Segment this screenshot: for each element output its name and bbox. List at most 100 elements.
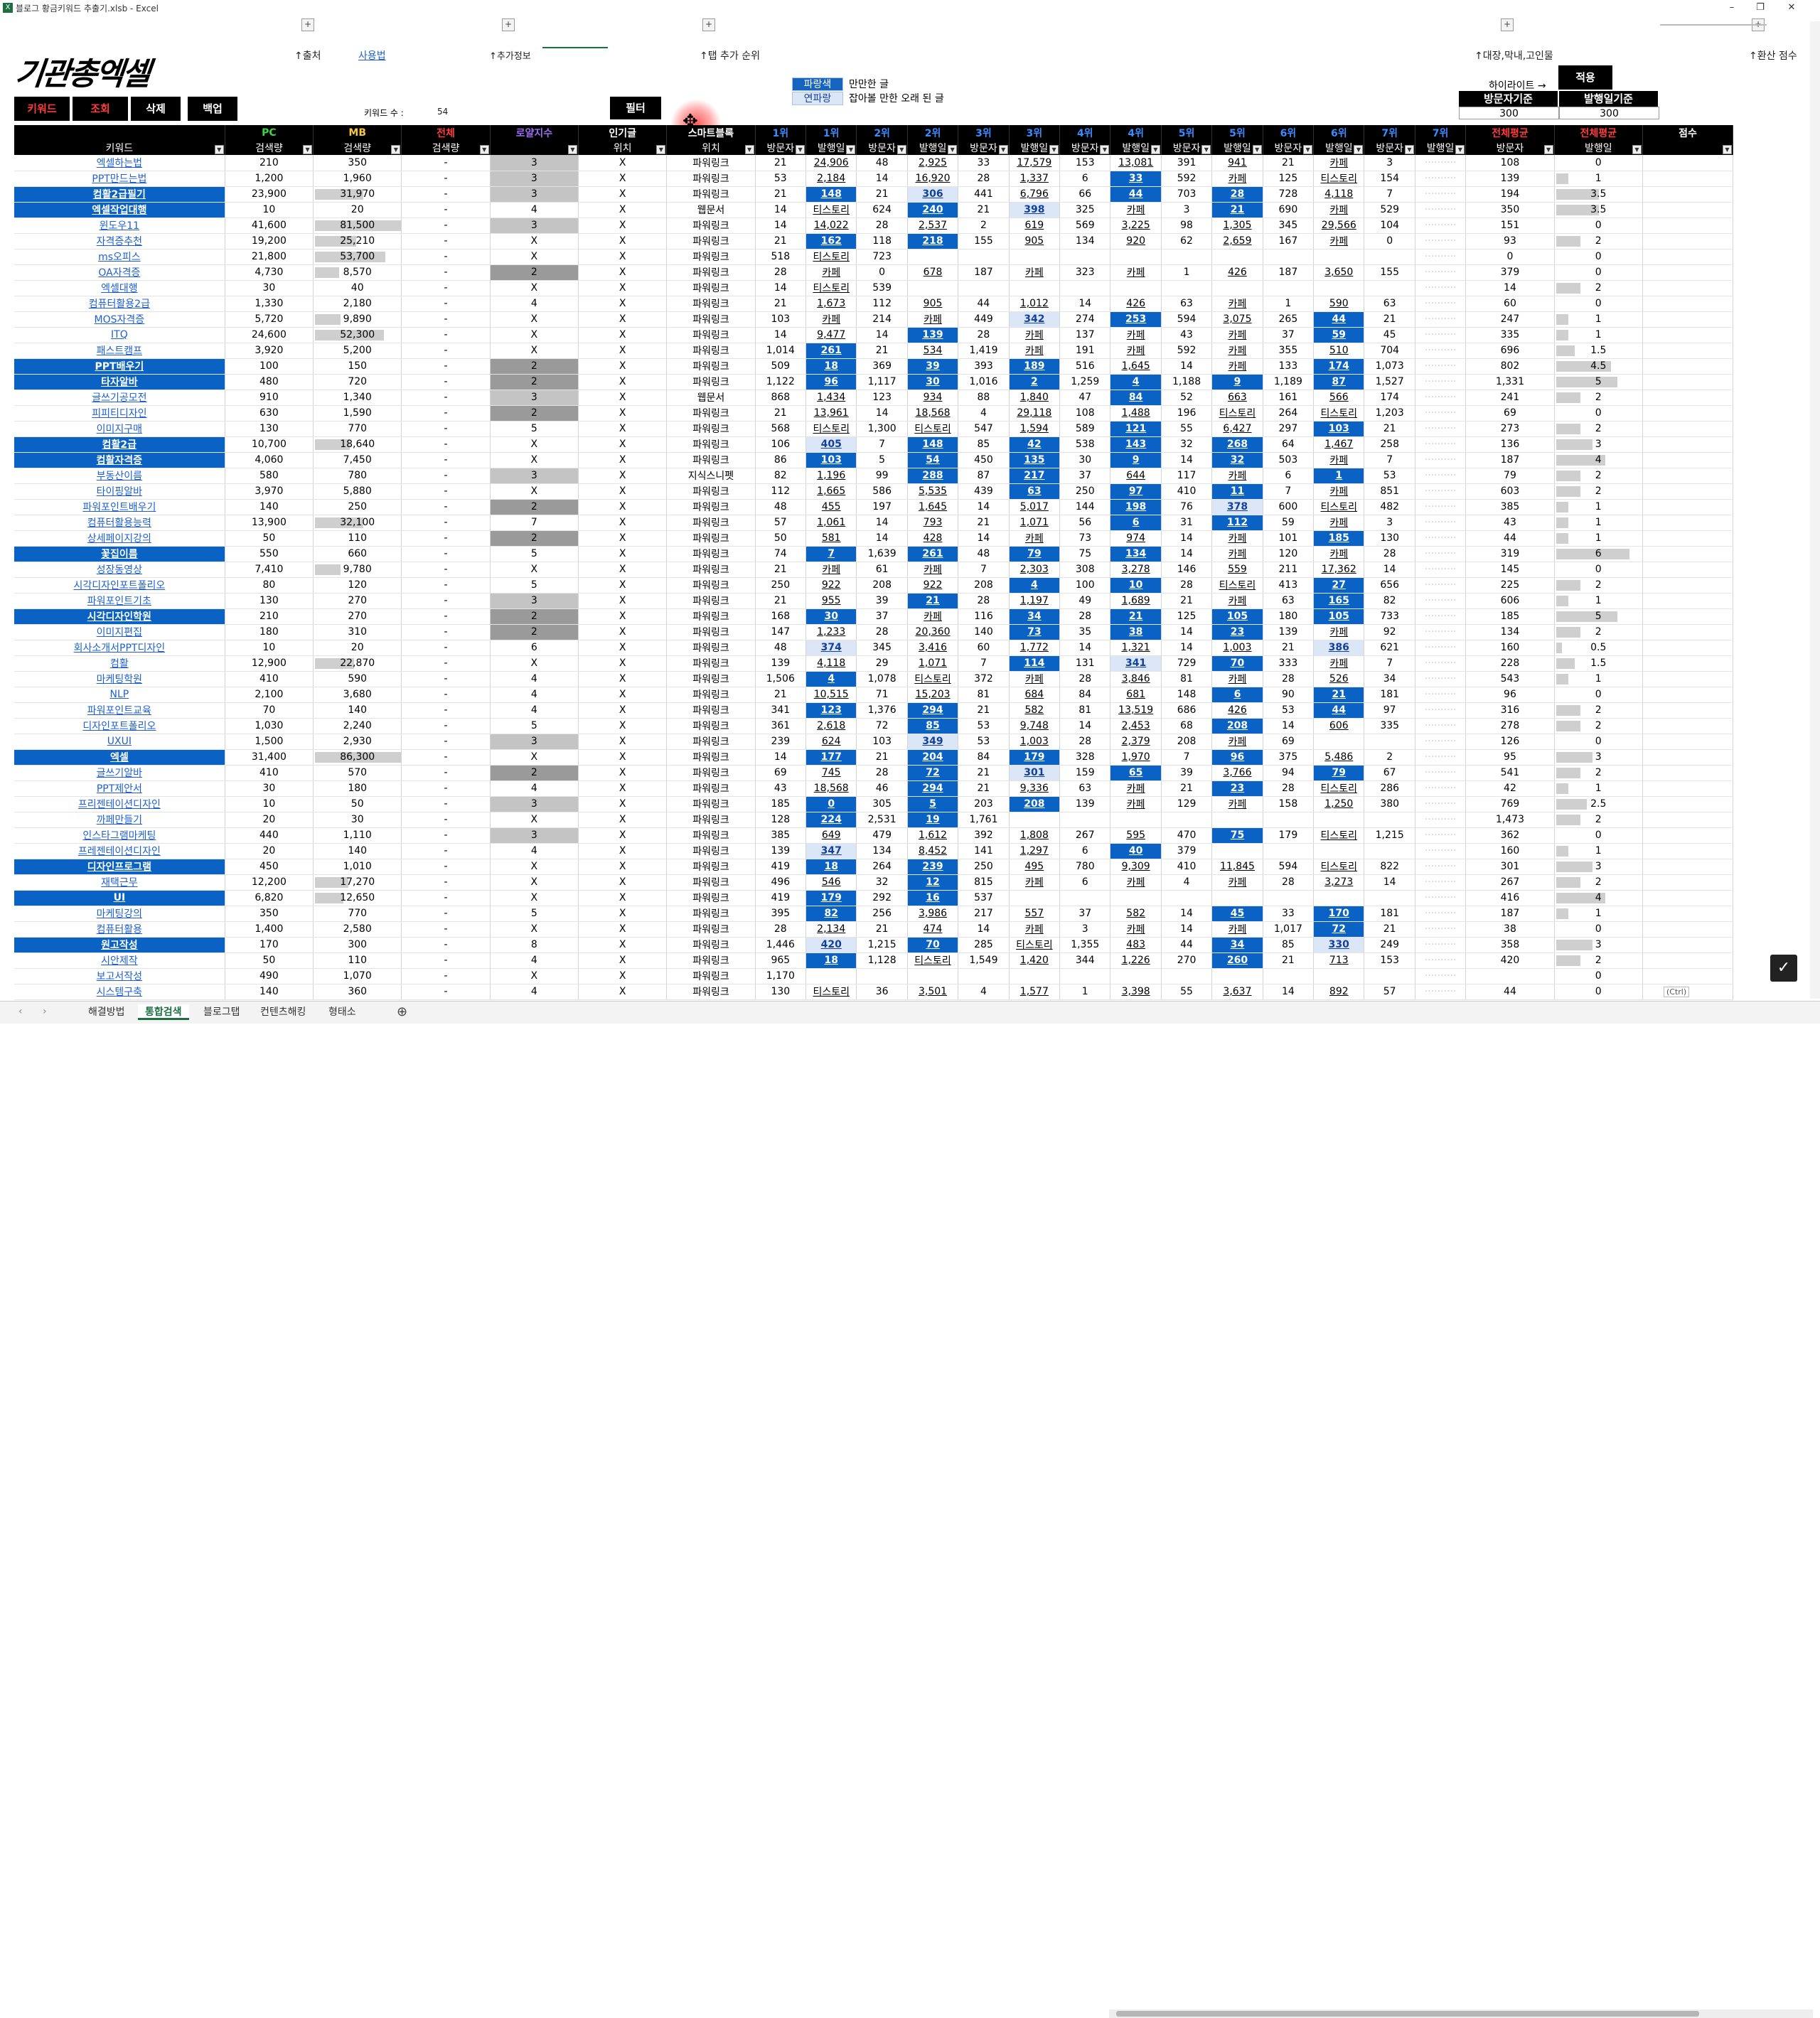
keyword-cell[interactable]: 디자인프로그램 xyxy=(14,859,225,875)
visitor-criteria-value[interactable]: 300 xyxy=(1459,107,1559,119)
visitor-cell[interactable]: 117 xyxy=(1161,468,1213,484)
cell[interactable]: - xyxy=(401,687,491,703)
visitor-cell[interactable]: 59 xyxy=(1263,515,1315,531)
filter-dropdown-icon[interactable]: ▼ xyxy=(1049,145,1059,154)
mobile-volume-cell[interactable]: 12,650 xyxy=(313,890,402,906)
visitor-cell[interactable]: 7 xyxy=(1263,483,1315,500)
cell[interactable]: X xyxy=(578,233,668,249)
points-cell[interactable] xyxy=(1642,343,1734,359)
dots-cell[interactable]: ·········· xyxy=(1415,812,1467,828)
cell[interactable]: - xyxy=(401,906,491,922)
publish-date-cell[interactable]: 카페 xyxy=(1211,921,1263,938)
publish-date-cell[interactable]: 342 xyxy=(1009,311,1061,328)
cell[interactable]: 파워링크 xyxy=(666,906,756,922)
visitor-cell[interactable] xyxy=(1364,812,1415,828)
cell[interactable]: 파워링크 xyxy=(666,296,756,312)
score-cell[interactable]: 1.5 xyxy=(1554,343,1643,359)
publish-date-cell[interactable]: 103 xyxy=(805,452,857,468)
publish-date-cell[interactable]: 카페 xyxy=(1211,671,1263,687)
cell[interactable]: 파워링크 xyxy=(666,890,756,906)
cell[interactable]: 파워링크 xyxy=(666,374,756,390)
tab-sheet[interactable]: 블로그탭 xyxy=(196,1004,247,1020)
visitor-cell[interactable]: 63 xyxy=(1059,780,1111,797)
publish-date-cell[interactable]: 3,501 xyxy=(907,984,959,1000)
publish-date-cell[interactable] xyxy=(1211,249,1263,265)
visitor-cell[interactable]: 185 xyxy=(755,796,807,812)
visitor-cell[interactable]: 69 xyxy=(755,765,807,781)
score-cell[interactable]: 2 xyxy=(1554,702,1643,719)
points-cell[interactable] xyxy=(1642,311,1734,328)
visitor-cell[interactable]: 1,203 xyxy=(1364,405,1415,422)
publish-date-cell[interactable]: 3,986 xyxy=(907,906,959,922)
royal-index-cell[interactable]: X xyxy=(490,921,579,938)
score-cell[interactable]: 2 xyxy=(1554,421,1643,437)
publish-date-cell[interactable]: 카페 xyxy=(1211,171,1263,187)
mobile-volume-cell[interactable]: 53,700 xyxy=(313,249,402,265)
points-cell[interactable] xyxy=(1642,249,1734,265)
publish-date-cell[interactable]: 1,250 xyxy=(1313,796,1365,812)
visitor-cell[interactable]: 29 xyxy=(856,655,908,672)
visitor-cell[interactable]: 203 xyxy=(958,796,1010,812)
cell[interactable]: 410 xyxy=(225,671,314,687)
visitor-cell[interactable]: 155 xyxy=(958,233,1010,249)
cell[interactable]: 0 xyxy=(1465,249,1555,265)
cell[interactable]: 파워링크 xyxy=(666,671,756,687)
publish-date-cell[interactable]: 63 xyxy=(1009,483,1061,500)
cell[interactable]: - xyxy=(401,530,491,547)
cell[interactable]: 10 xyxy=(225,640,314,656)
cell[interactable]: - xyxy=(401,546,491,562)
publish-date-cell[interactable]: 1,772 xyxy=(1009,640,1061,656)
score-cell[interactable]: 1.5 xyxy=(1554,655,1643,672)
publish-date-cell[interactable]: 카페 xyxy=(805,562,857,578)
visitor-cell[interactable] xyxy=(958,280,1010,296)
visitor-cell[interactable]: 81 xyxy=(958,687,1010,703)
visitor-cell[interactable]: 73 xyxy=(1059,530,1111,547)
visitor-cell[interactable]: 28 xyxy=(1059,608,1111,625)
cell[interactable]: 145 xyxy=(1465,562,1555,578)
score-cell[interactable]: 2 xyxy=(1554,390,1643,406)
cell[interactable]: 7,410 xyxy=(225,562,314,578)
next-sheet-icon[interactable]: › xyxy=(43,1006,47,1017)
score-cell[interactable]: 3 xyxy=(1554,436,1643,453)
keyword-cell[interactable]: 시안제작 xyxy=(14,952,225,969)
visitor-cell[interactable]: 1,188 xyxy=(1161,374,1213,390)
publish-date-cell[interactable]: 135 xyxy=(1009,452,1061,468)
publish-date-cell[interactable]: 33 xyxy=(1110,171,1162,187)
visitor-cell[interactable]: 103 xyxy=(856,734,908,750)
cell[interactable]: X xyxy=(578,874,668,891)
cell[interactable]: 4,060 xyxy=(225,452,314,468)
cell[interactable]: - xyxy=(401,343,491,359)
publish-date-cell[interactable]: 644 xyxy=(1110,468,1162,484)
visitor-cell[interactable]: 120 xyxy=(1263,546,1315,562)
cell[interactable]: 파워링크 xyxy=(666,702,756,719)
cell[interactable]: 웹문서 xyxy=(666,390,756,406)
royal-index-cell[interactable]: X xyxy=(490,655,579,672)
cell[interactable]: X xyxy=(578,937,668,953)
publish-date-cell[interactable] xyxy=(1313,734,1365,750)
score-cell[interactable]: 1 xyxy=(1554,671,1643,687)
cell[interactable]: 134 xyxy=(1465,624,1555,640)
publish-date-cell[interactable]: 9,477 xyxy=(805,327,857,343)
visitor-cell[interactable] xyxy=(1364,280,1415,296)
royal-index-cell[interactable]: 2 xyxy=(490,405,579,422)
mobile-volume-cell[interactable]: 25,210 xyxy=(313,233,402,249)
keyword-cell[interactable]: 글쓰기공모전 xyxy=(14,390,225,406)
visitor-cell[interactable]: 44 xyxy=(958,296,1010,312)
filter-dropdown-icon[interactable]: ▼ xyxy=(896,145,906,154)
dots-cell[interactable]: ·········· xyxy=(1415,296,1467,312)
publish-date-cell[interactable]: 288 xyxy=(907,468,959,484)
visitor-cell[interactable]: 1,170 xyxy=(755,968,807,984)
visitor-cell[interactable]: 369 xyxy=(856,358,908,375)
royal-index-cell[interactable]: 4 xyxy=(490,687,579,703)
points-cell[interactable] xyxy=(1642,218,1734,234)
visitor-cell[interactable]: 208 xyxy=(1161,734,1213,750)
publish-date-cell[interactable]: 426 xyxy=(1211,702,1263,719)
visitor-cell[interactable]: 7 xyxy=(1364,655,1415,672)
royal-index-cell[interactable]: X xyxy=(490,859,579,875)
visitor-cell[interactable]: 375 xyxy=(1263,749,1315,766)
cell[interactable]: X xyxy=(578,671,668,687)
visitor-cell[interactable]: 780 xyxy=(1059,859,1111,875)
cell[interactable]: X xyxy=(578,374,668,390)
publish-date-cell[interactable]: 139 xyxy=(907,327,959,343)
cell[interactable]: - xyxy=(401,734,491,750)
